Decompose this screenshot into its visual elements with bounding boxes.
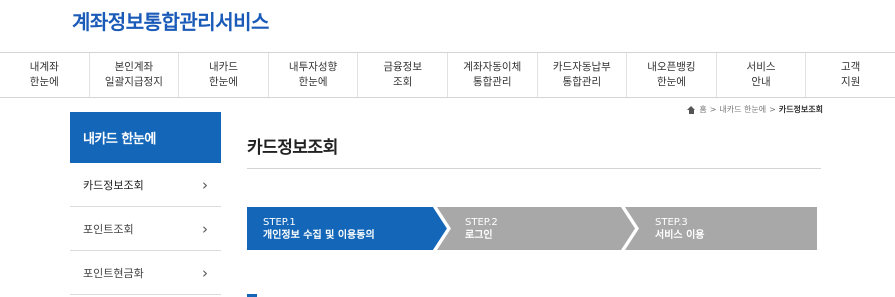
breadcrumb-home[interactable]: 홈 [699,104,706,115]
nav-item-service-guide[interactable]: 서비스안내 [717,53,807,97]
sidebar-item-card-info[interactable]: 카드정보조회 › [70,163,221,207]
nav-label-line1: 본인계좌 [114,61,154,73]
nav-item-auto-transfer[interactable]: 계좌자동이체통합관리 [448,53,538,97]
chevron-right-icon: › [202,219,208,238]
nav-label-line1: 내투자성향 [288,61,338,73]
step-label: 개인정보 수집 및 이용동의 [263,229,375,241]
nav-label-line1: 금융정보 [383,61,422,73]
step-number: STEP.1 [263,216,296,228]
nav-item-my-accounts[interactable]: 내계좌한눈에 [0,53,90,97]
nav-label-line1: 내카드 [208,61,238,73]
nav-item-financial-info[interactable]: 금융정보조회 [358,53,448,97]
step-3-service: STEP.3 서비스 이용 [623,207,817,250]
nav-item-my-cards[interactable]: 내카드한눈에 [179,53,269,97]
sidebar-item-point-inquiry[interactable]: 포인트조회 › [70,207,221,251]
title-divider [247,168,821,169]
nav-label-line2: 일괄지급정지 [104,76,163,88]
step-number: STEP.3 [655,216,688,228]
sidebar-item-label: 포인트현금화 [83,266,144,280]
nav-label-line1: 카드자동납부 [552,61,611,73]
sidebar-item-point-cashout[interactable]: 포인트현금화 › [70,251,221,295]
step-indicator: STEP.1 개인정보 수집 및 이용동의 STEP.2 로그인 STEP.3 … [247,207,817,250]
sidebar-item-label: 포인트조회 [83,222,134,236]
step-1-consent: STEP.1 개인정보 수집 및 이용동의 [247,207,447,250]
nav-label-line2: 한눈에 [298,76,328,88]
step-label: 로그인 [465,229,493,241]
nav-item-customer-support[interactable]: 고객지원 [806,53,895,97]
nav-label-line1: 고객 [840,61,861,73]
home-icon[interactable] [687,105,696,114]
page-title: 카드정보조회 [247,138,338,158]
nav-label-line2: 한눈에 [208,76,238,88]
nav-label-line1: 내오픈뱅킹 [647,61,696,73]
breadcrumb-current: 카드정보조회 [778,105,823,114]
nav-label-line2: 한눈에 [29,76,59,88]
step-2-login: STEP.2 로그인 [435,207,639,250]
nav-label-line2: 조회 [393,76,413,88]
nav-label-line2: 통합관리 [472,76,512,88]
nav-label-line2: 통합관리 [562,76,602,88]
breadcrumb-parent[interactable]: 내카드 한눈에 [719,104,766,115]
nav-label-line1: 내계좌 [29,61,59,73]
sidebar: 내카드 한눈에 카드정보조회 › 포인트조회 › 포인트현금화 › [70,112,221,295]
nav-item-payment-stop[interactable]: 본인계좌일괄지급정지 [90,53,180,97]
nav-item-investment-profile[interactable]: 내투자성향한눈에 [269,53,359,97]
nav-item-open-banking[interactable]: 내오픈뱅킹한눈에 [627,53,717,97]
breadcrumb-separator: > [769,105,776,114]
step-number: STEP.2 [465,216,498,228]
site-logo-title[interactable]: 계좌정보통합관리서비스 [72,6,269,35]
breadcrumb: 홈 > 내카드 한눈에 > 카드정보조회 [687,104,823,115]
nav-label-line2: 안내 [751,76,771,88]
nav-label-line1: 계좌자동이체 [463,61,522,73]
nav-label-line1: 서비스 [746,61,776,73]
breadcrumb-separator: > [709,105,717,114]
global-nav: 내계좌한눈에 본인계좌일괄지급정지 내카드한눈에 내투자성향한눈에 금융정보조회… [0,52,895,98]
step-label: 서비스 이용 [655,229,705,241]
nav-item-card-auto-payment[interactable]: 카드자동납부통합관리 [538,53,628,97]
chevron-right-icon: › [202,263,208,282]
nav-label-line2: 지원 [840,76,861,88]
sidebar-item-label: 카드정보조회 [83,178,144,192]
chevron-right-icon: › [202,175,208,194]
sidebar-title: 내카드 한눈에 [70,112,221,163]
nav-label-line2: 한눈에 [656,76,686,88]
